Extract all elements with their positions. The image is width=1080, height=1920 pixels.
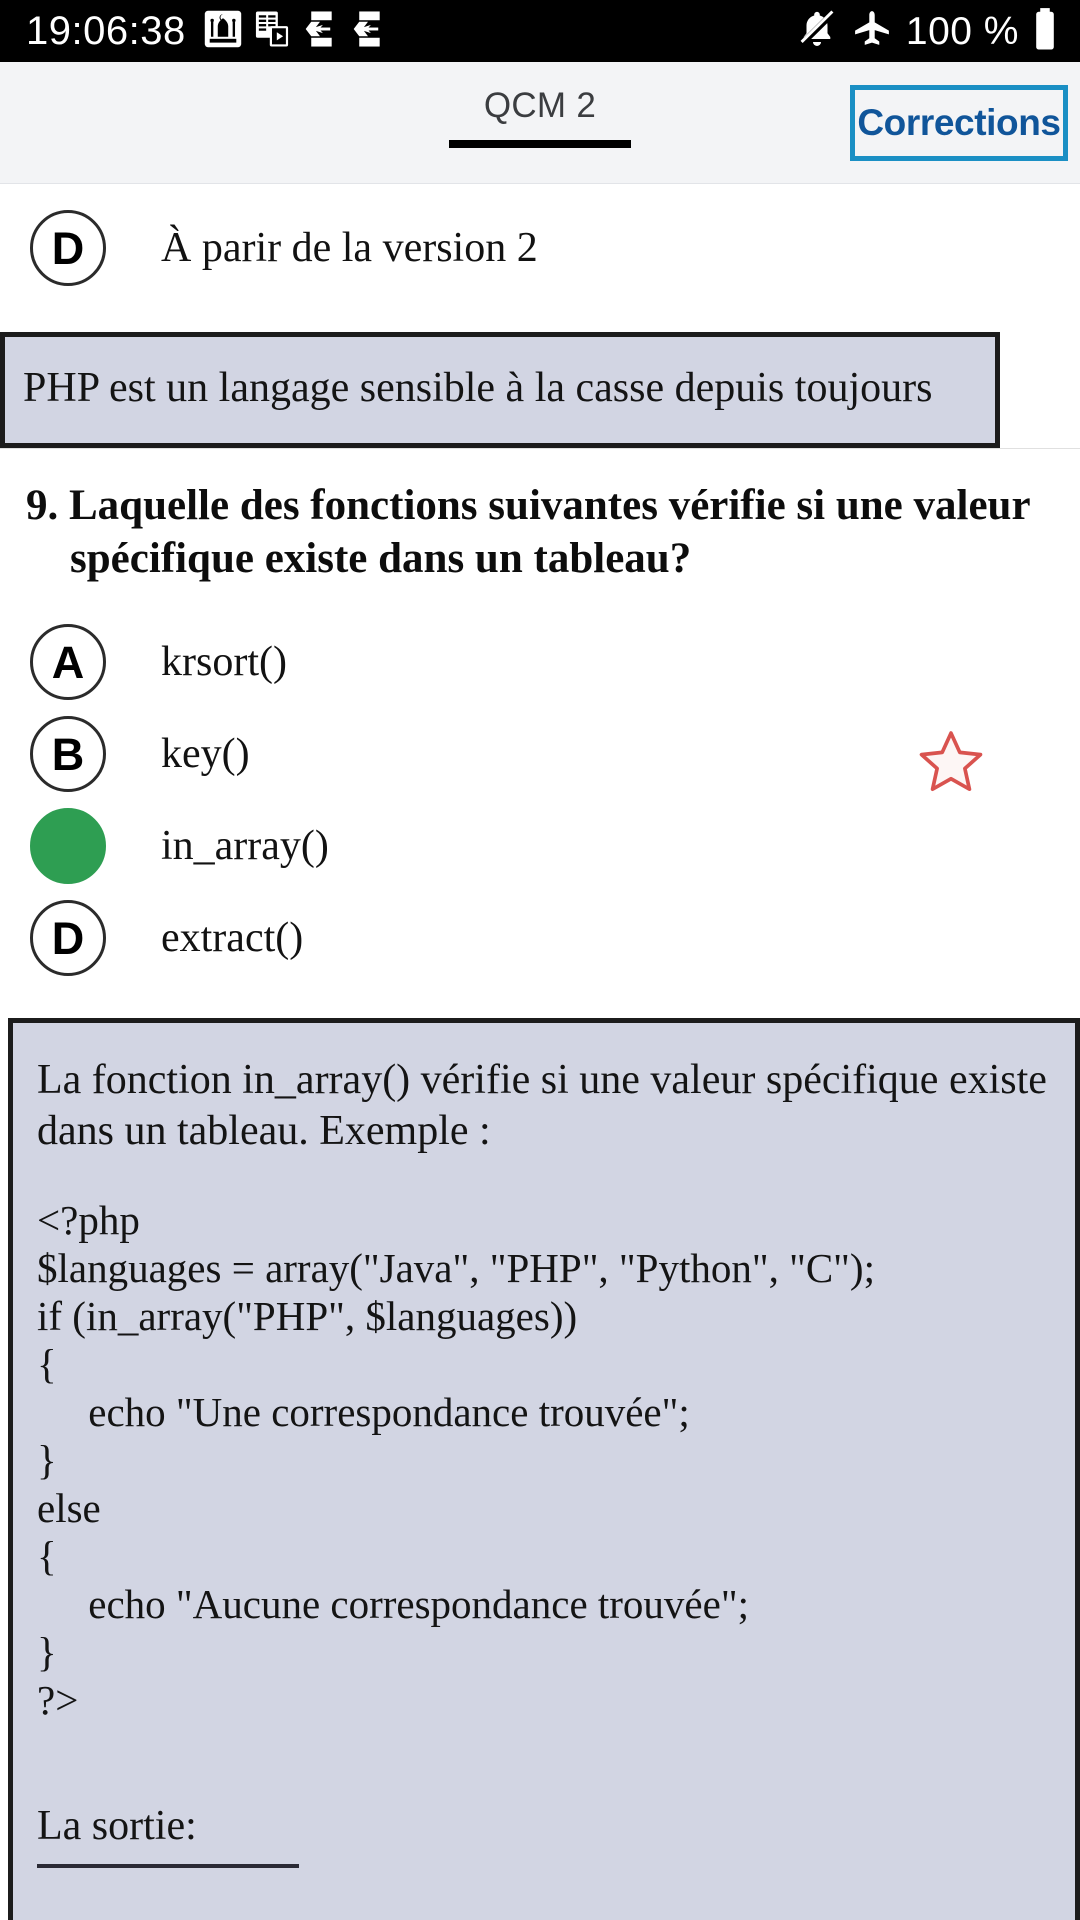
tab-qcm-2-label: QCM 2: [483, 86, 597, 125]
airplane-mode-icon: [851, 8, 893, 55]
prev-option-d-label: À parir de la version 2: [161, 224, 538, 271]
corrections-button[interactable]: Corrections: [850, 85, 1068, 161]
option-d-label: extract(): [161, 914, 304, 961]
prev-question-option-d[interactable]: D À parir de la version 2: [0, 202, 1080, 294]
tab-qcm-2[interactable]: QCM 2: [429, 84, 651, 148]
option-b-bullet[interactable]: B: [30, 716, 106, 792]
status-bar-right-icons: 100 %: [796, 7, 1058, 56]
prev-question-answer-box: PHP est un langage sensible à la casse d…: [0, 332, 1000, 448]
explanation-paragraph: La fonction in_array() vérifie si une va…: [37, 1057, 1047, 1155]
notifications-muted-icon: [796, 8, 838, 55]
prev-option-d-bullet[interactable]: D: [30, 210, 106, 286]
app-header: QCM 2 Corrections: [0, 62, 1080, 184]
output-divider: [37, 1863, 299, 1868]
status-bar-clock: 19:06:38: [26, 9, 186, 53]
battery-percent-label: 100 %: [905, 9, 1019, 53]
explanation-code-block: <?php $languages = array("Java", "PHP", …: [37, 1197, 875, 1724]
option-c-bullet[interactable]: [30, 808, 106, 884]
main-content: D À parir de la version 2 PHP est un lan…: [0, 202, 1080, 1920]
dnd-star-icon: [302, 10, 338, 53]
favorite-star-icon[interactable]: [917, 728, 985, 796]
option-d-bullet[interactable]: D: [30, 900, 106, 976]
output-label: La sortie:: [37, 1803, 197, 1850]
option-c-label: in_array(): [161, 822, 329, 869]
question-text-wrapper: 9. Laquelle des fonctions suivantes véri…: [0, 449, 1080, 597]
option-a-bullet[interactable]: A: [30, 624, 106, 700]
question-options-list: A krsort() B key() in_array() D extract(…: [0, 596, 1080, 984]
option-row-a[interactable]: A krsort(): [0, 616, 1080, 708]
option-a-label: krsort(): [161, 638, 287, 685]
battery-full-icon: [1032, 7, 1058, 56]
option-b-label: key(): [161, 730, 250, 777]
status-bar: 19:06:38 100 %: [0, 0, 1080, 62]
option-row-c[interactable]: in_array(): [0, 800, 1080, 892]
mosque-app-icon: [204, 10, 242, 53]
dnd-star-icon: [350, 10, 386, 53]
prev-question-answer-text: PHP est un langage sensible à la casse d…: [23, 365, 933, 411]
question-text: 9. Laquelle des fonctions suivantes véri…: [26, 481, 1030, 583]
explanation-box: La fonction in_array() vérifie si une va…: [8, 1018, 1080, 1920]
status-bar-left-icons: [204, 10, 386, 53]
explanation-wrapper: La fonction in_array() vérifie si une va…: [0, 1018, 1080, 1920]
tab-active-indicator: [449, 139, 631, 148]
media-list-play-icon: [254, 10, 290, 53]
app-root: 19:06:38 100 % QCM 2 Corrections D À par…: [0, 0, 1080, 1920]
option-row-d[interactable]: D extract(): [0, 892, 1080, 984]
